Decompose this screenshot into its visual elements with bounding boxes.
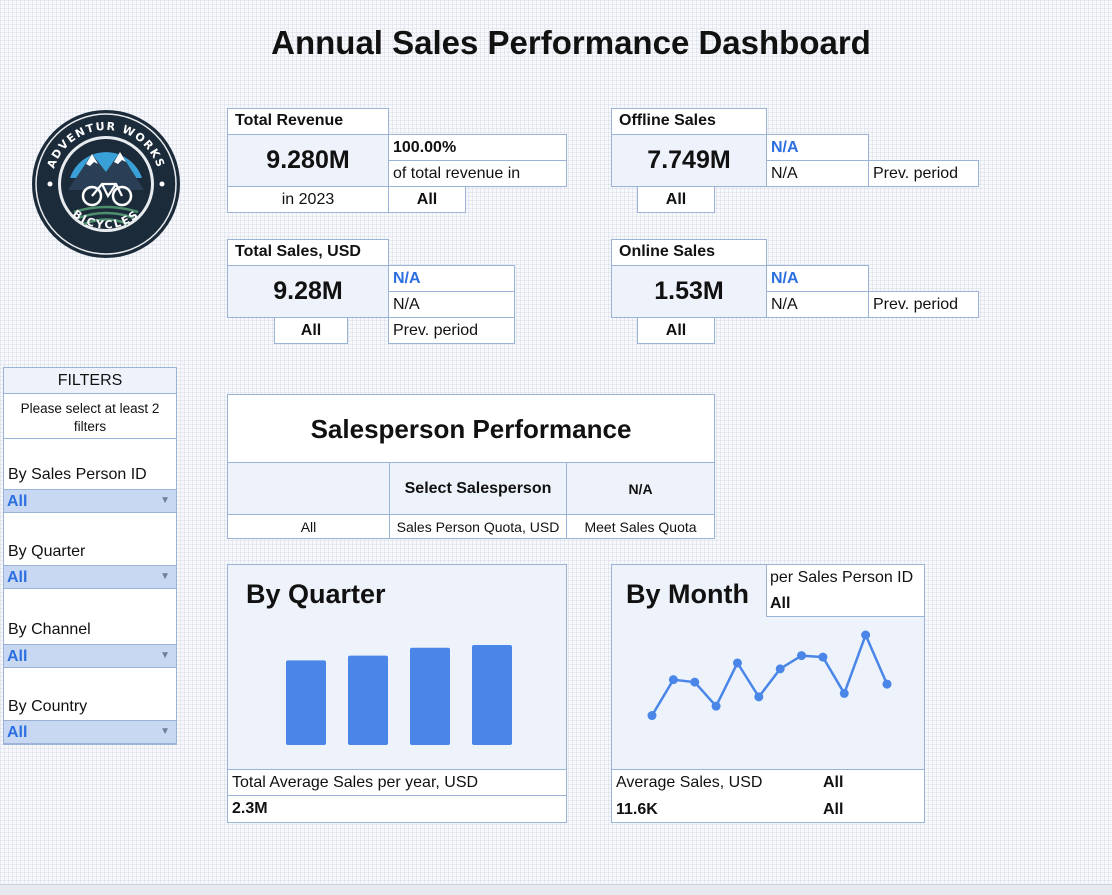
online-sales-title: Online Sales <box>611 239 767 266</box>
filters-panel: FILTERS Please select at least 2 filters… <box>3 367 177 745</box>
line-series <box>650 631 889 717</box>
salesperson-col1: All <box>227 514 390 539</box>
chevron-down-icon: ▼ <box>160 571 170 582</box>
point-month-11 <box>861 630 871 640</box>
filter-select-sales-person-id[interactable]: All ▼ <box>4 489 176 513</box>
point-month-12 <box>882 679 892 689</box>
online-sales-change2: N/A <box>766 291 869 318</box>
total-revenue-year-caption: in 2023 <box>227 186 389 213</box>
point-month-2 <box>668 675 678 685</box>
total-revenue-pct-caption: of total revenue in <box>388 160 567 187</box>
dashboard-title: Annual Sales Performance Dashboard <box>271 24 871 61</box>
total-revenue-value: 9.280M <box>227 134 389 187</box>
by-month-filter2: All <box>823 801 844 818</box>
filter-label-quarter: By Quarter <box>8 543 86 560</box>
by-quarter-chart <box>286 645 512 745</box>
by-month-value: 11.6K <box>616 801 658 818</box>
point-month-10 <box>839 688 849 698</box>
point-month-5 <box>732 658 742 668</box>
filters-divider <box>4 438 176 439</box>
point-month-3 <box>690 677 700 687</box>
total-sales-change: N/A <box>388 265 515 292</box>
point-month-7 <box>775 664 785 674</box>
salesperson-col2: Sales Person Quota, USD <box>389 514 567 539</box>
per-sales-person-label: per Sales Person ID <box>770 569 914 586</box>
bar-q3 <box>410 647 450 745</box>
bar-q4 <box>472 645 512 745</box>
salesperson-title: Salesperson Performance <box>227 394 715 463</box>
total-revenue-pct: 100.00% <box>388 134 567 161</box>
by-month-caption: Average Sales, USD <box>616 774 763 791</box>
online-sales-value: 1.53M <box>611 265 767 318</box>
filters-hint: Please select at least 2 filters <box>20 401 160 434</box>
offline-sales-change2: N/A <box>766 160 869 187</box>
chevron-down-icon: ▼ <box>160 726 170 737</box>
total-sales-value: 9.28M <box>227 265 389 318</box>
by-quarter-panel: By Quarter <box>227 564 567 770</box>
total-sales-prev-label: Prev. period <box>388 317 515 344</box>
bar-q1 <box>286 660 326 745</box>
salesperson-empty-cell <box>227 462 390 515</box>
point-month-9 <box>818 652 828 662</box>
adventure-works-logo: ADVENTUR WORKS BICYCLES <box>30 108 182 260</box>
horizontal-scrollbar[interactable] <box>0 884 1112 895</box>
by-month-filter1: All <box>823 774 844 791</box>
total-sales-filter-value: All <box>274 317 348 344</box>
select-salesperson-label: Select Salesperson <box>389 462 567 515</box>
online-sales-change: N/A <box>766 265 869 292</box>
per-sales-person-box: per Sales Person ID All <box>766 564 925 617</box>
total-sales-change2: N/A <box>388 291 515 318</box>
offline-sales-change: N/A <box>766 134 869 161</box>
total-revenue-title: Total Revenue <box>227 108 389 135</box>
filter-value-country: All <box>7 724 28 741</box>
offline-sales-title: Offline Sales <box>611 108 767 135</box>
point-month-4 <box>711 701 721 711</box>
filter-value-quarter: All <box>7 569 28 586</box>
offline-sales-filter-value: All <box>637 186 715 213</box>
by-month-footer: Average Sales, USD All 11.6K All <box>611 769 925 823</box>
filter-select-quarter[interactable]: All ▼ <box>4 565 176 589</box>
online-sales-filter-value: All <box>637 317 715 344</box>
salesperson-col3: Meet Sales Quota <box>566 514 715 539</box>
total-sales-title: Total Sales, USD <box>227 239 389 266</box>
filters-header: FILTERS <box>4 368 176 394</box>
filter-label-sales-person-id: By Sales Person ID <box>8 466 147 483</box>
point-month-1 <box>647 711 657 721</box>
point-month-8 <box>797 651 807 661</box>
chevron-down-icon: ▼ <box>160 495 170 506</box>
filter-label-country: By Country <box>8 698 88 715</box>
per-sales-person-value: All <box>770 595 791 612</box>
chevron-down-icon: ▼ <box>160 650 170 661</box>
filter-value-sales-person-id: All <box>7 493 28 510</box>
offline-sales-value: 7.749M <box>611 134 767 187</box>
offline-sales-prev-label: Prev. period <box>868 160 979 187</box>
filter-select-channel[interactable]: All ▼ <box>4 644 176 668</box>
point-month-6 <box>754 692 764 702</box>
filter-value-channel: All <box>7 648 28 665</box>
salesperson-na: N/A <box>566 462 715 515</box>
by-quarter-value: 2.3M <box>227 795 567 823</box>
filter-label-channel: By Channel <box>8 621 91 638</box>
total-revenue-filter-value: All <box>388 186 466 213</box>
bar-q2 <box>348 655 388 745</box>
by-quarter-caption: Total Average Sales per year, USD <box>227 769 567 796</box>
filter-select-country[interactable]: All ▼ <box>4 720 176 744</box>
online-sales-prev-label: Prev. period <box>868 291 979 318</box>
